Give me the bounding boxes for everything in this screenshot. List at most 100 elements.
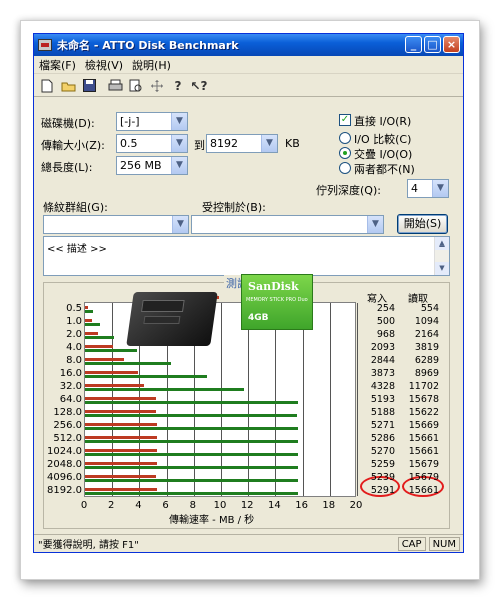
io-compare-radio[interactable] — [339, 132, 351, 144]
direct-io-checkbox[interactable]: ✓ — [339, 114, 351, 126]
overlap-io-radio[interactable] — [339, 147, 351, 159]
menu-view[interactable]: 檢視(V) — [85, 57, 123, 73]
read-bar — [85, 440, 298, 443]
drive-select[interactable]: [-j-] ▼ — [116, 112, 188, 131]
close-button[interactable]: × — [443, 36, 460, 53]
transfer-to-value: 8192 — [210, 137, 238, 150]
chevron-down-icon[interactable]: ▼ — [171, 157, 187, 174]
move-icon[interactable] — [149, 78, 165, 94]
read-value: 15661 — [408, 485, 439, 496]
write-value: 500 — [376, 316, 395, 327]
start-button[interactable]: 開始(S) — [397, 214, 448, 234]
write-value: 5188 — [370, 407, 395, 418]
write-bar — [85, 449, 157, 452]
x-tick-label: 8 — [189, 500, 196, 511]
transfer-from-value: 0.5 — [120, 137, 138, 150]
title-bar[interactable]: 未命名 - ATTO Disk Benchmark _ □ × — [34, 34, 463, 56]
save-icon[interactable] — [81, 78, 97, 94]
window-title: 未命名 - ATTO Disk Benchmark — [57, 39, 239, 52]
write-value: 968 — [376, 329, 395, 340]
toolbar: ? ↖? — [34, 75, 463, 97]
maximize-button[interactable]: □ — [424, 36, 441, 53]
gridline — [302, 303, 304, 496]
x-tick-label: 0 — [80, 500, 88, 511]
io-compare-label: I/O 比較(C) — [354, 133, 412, 146]
read-bar — [85, 427, 299, 430]
scroll-down-icon[interactable]: ▼ — [435, 262, 449, 275]
open-folder-icon[interactable] — [60, 78, 76, 94]
transfer-size-label: 傳輸大小(Z): — [41, 139, 105, 152]
chevron-down-icon[interactable]: ▼ — [172, 216, 188, 233]
minimize-button[interactable]: _ — [405, 36, 422, 53]
scroll-up-icon[interactable]: ▲ — [435, 237, 449, 250]
read-bar — [85, 362, 171, 365]
chevron-down-icon[interactable]: ▼ — [367, 216, 383, 233]
read-bar — [85, 310, 93, 313]
y-tick-label: 32.0 — [59, 381, 82, 392]
read-value: 15679 — [408, 472, 439, 483]
stripe-group-select[interactable]: ▼ — [43, 215, 189, 234]
read-value: 15678 — [408, 394, 439, 405]
to-label: 到 — [194, 139, 205, 152]
write-value: 3873 — [370, 368, 395, 379]
chevron-down-icon[interactable]: ▼ — [171, 135, 187, 152]
read-bar — [85, 323, 100, 326]
description-scrollbar[interactable]: ▲ ▼ — [434, 237, 449, 275]
new-file-icon[interactable] — [39, 78, 55, 94]
write-value: 5259 — [370, 459, 395, 470]
chevron-down-icon[interactable]: ▼ — [171, 113, 187, 130]
card-reader-image — [126, 292, 218, 346]
transfer-from-select[interactable]: 0.5 ▼ — [116, 134, 188, 153]
gridline — [357, 303, 358, 496]
total-length-select[interactable]: 256 MB ▼ — [116, 156, 188, 175]
print-icon[interactable] — [107, 78, 123, 94]
sd-card-model: MEMORY STICK PRO Duo — [246, 297, 308, 303]
drive-label: 磁碟機(D): — [41, 117, 95, 130]
write-value: 5193 — [370, 394, 395, 405]
write-bar — [85, 410, 156, 413]
x-tick-label: 2 — [108, 500, 115, 511]
read-value: 6289 — [414, 355, 439, 366]
write-bar — [85, 462, 157, 465]
x-tick-label: 10 — [213, 500, 227, 511]
write-value: 254 — [376, 303, 395, 314]
read-value: 15661 — [408, 446, 439, 457]
queue-depth-select[interactable]: 4 ▼ — [407, 179, 449, 198]
read-bar — [85, 401, 299, 404]
read-bar — [85, 414, 298, 417]
status-text: "要獲得說明, 請按 F1" — [38, 540, 139, 551]
read-value: 15661 — [408, 433, 439, 444]
help-icon[interactable]: ? — [170, 78, 186, 94]
y-tick-label: 1024.0 — [47, 446, 82, 457]
chevron-down-icon[interactable]: ▼ — [432, 180, 448, 197]
y-tick-label: 1.0 — [66, 316, 82, 327]
write-value: 4328 — [370, 381, 395, 392]
chevron-down-icon[interactable]: ▼ — [261, 135, 277, 152]
write-value: 5291 — [370, 485, 395, 496]
read-bar — [85, 466, 299, 469]
y-tick-label: 64.0 — [59, 394, 82, 405]
sd-card-image: SanDisk MEMORY STICK PRO Duo 4GB — [241, 274, 313, 330]
menu-help[interactable]: 說明(H) — [132, 57, 171, 73]
x-tick-label: 20 — [349, 500, 363, 511]
direct-io-label: 直接 I/O(R) — [354, 115, 412, 128]
description-box[interactable]: << 描述 >> ▲ ▼ — [43, 236, 450, 276]
y-tick-label: 8192.0 — [47, 485, 82, 496]
read-bar — [85, 492, 298, 495]
controlled-by-select[interactable]: ▼ — [191, 215, 384, 234]
x-tick-label: 4 — [135, 500, 142, 511]
context-help-icon[interactable]: ↖? — [191, 78, 208, 94]
transfer-to-select[interactable]: 8192 ▼ — [206, 134, 278, 153]
x-tick-label: 16 — [295, 500, 308, 511]
neither-radio[interactable] — [339, 162, 351, 174]
read-value: 3819 — [414, 342, 439, 353]
queue-depth-value: 4 — [411, 182, 418, 195]
write-bar — [85, 397, 156, 400]
read-value: 15622 — [408, 407, 439, 418]
print-preview-icon[interactable] — [128, 78, 144, 94]
total-length-label: 總長度(L): — [41, 161, 93, 174]
read-bar — [85, 453, 298, 456]
menu-file[interactable]: 檔案(F) — [39, 57, 76, 73]
y-tick-label: 256.0 — [53, 420, 82, 431]
read-value: 554 — [420, 303, 439, 314]
